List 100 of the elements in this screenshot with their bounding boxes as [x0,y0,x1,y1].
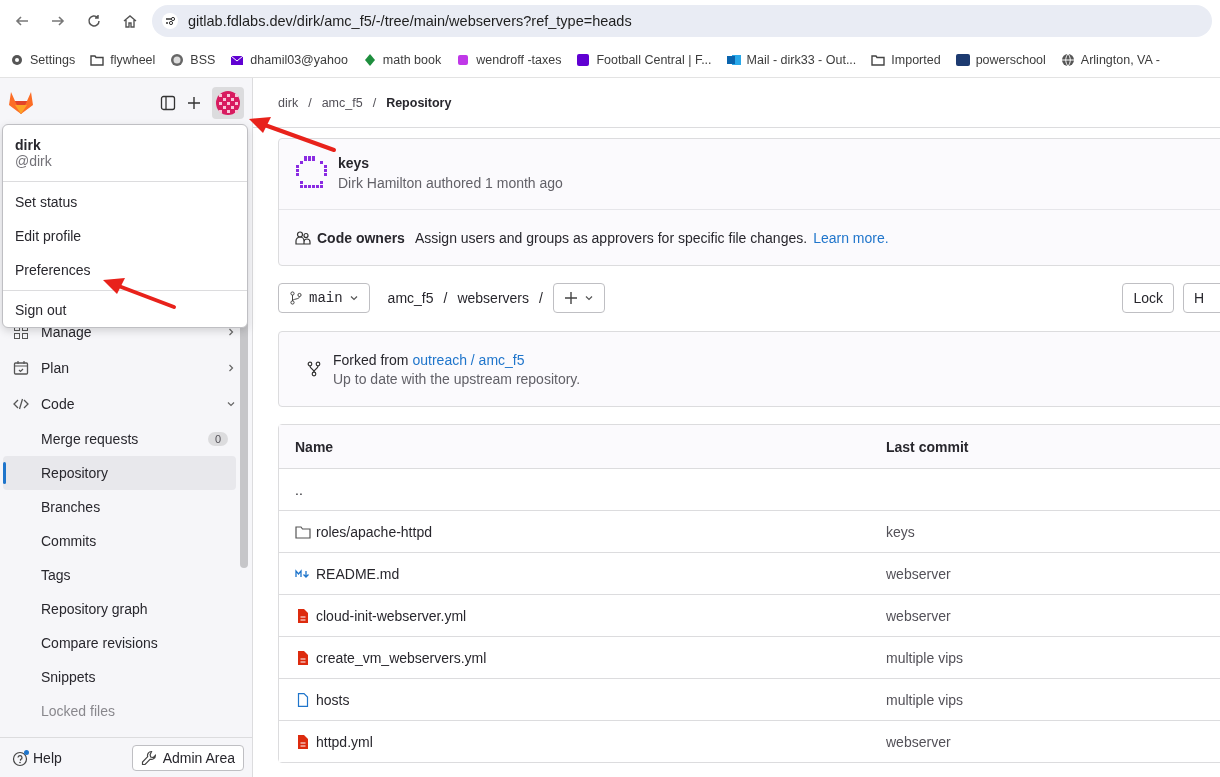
commit-message-link[interactable]: multiple vips [886,691,964,708]
file-icon [295,692,311,707]
commit-meta: Dirk Hamilton authored 1 month ago [338,175,563,191]
add-dropdown[interactable] [552,283,605,313]
admin-area-button[interactable]: Admin Area [131,744,244,771]
fox-logo[interactable] [8,91,34,115]
bookmark[interactable]: Football Central | F... [576,52,712,67]
commit-message-link[interactable]: multiple vips [886,649,964,666]
fork-status-text: Up to date with the upstream repository. [333,370,581,387]
breadcrumb-separator: / [308,95,312,110]
file-icon [295,650,311,665]
file-name-link[interactable]: README.md [316,565,400,582]
address-bar[interactable]: gitlab.fdlabs.dev/dirk/amc_f5/-/tree/main/webservers?ref_type=heads [152,5,1212,37]
plus-icon[interactable] [186,95,202,111]
file-icon [295,608,311,623]
user-name: dirk [15,137,42,153]
count-badge: 0 [207,432,228,446]
toolbar-button[interactable]: Lock [1122,283,1174,313]
code-owners-text: Assign users and groups as approvers for specific file changes. [414,229,808,246]
diamond-icon [362,52,377,67]
column-header: Name [295,438,335,455]
user-handle: @dirk [15,153,53,169]
bookmark[interactable]: dhamil03@yahoo [230,52,348,67]
column-header: Last commit [886,438,969,455]
folder-icon [90,52,105,67]
site-settings-icon[interactable] [162,13,178,29]
commit-message-link[interactable]: webserver [886,565,951,582]
breadcrumb-link[interactable]: amc_f5 [321,95,363,110]
calendar-icon [13,360,29,376]
breadcrumb-link[interactable]: Repository [386,95,452,110]
nav-section[interactable]: Code [3,386,236,422]
bookmark[interactable]: Arlington, VA - [1060,52,1160,67]
folder-icon [871,52,886,67]
file-name-link[interactable]: cloud-init-webserver.yml [316,607,467,624]
file-name-link[interactable]: roles/apache-httpd [316,523,432,540]
breadcrumb-separator: / [372,95,377,110]
menu-item[interactable]: Edit profile [3,219,247,253]
path-separator: / [539,290,543,306]
file-name-link[interactable]: hosts [316,691,350,708]
branch-dropdown[interactable]: main [278,283,370,313]
bookmark[interactable]: Settings [10,52,76,67]
commit-message-link[interactable]: webserver [886,607,951,624]
nav-item[interactable]: Merge requests 0 [3,422,236,456]
sidebar-toggle-icon[interactable] [160,95,176,111]
menu-item[interactable]: Set status [3,185,247,219]
commit-message-link[interactable]: keys [886,523,915,540]
bookmark[interactable]: BSS [170,52,216,67]
bookmark[interactable]: Imported [871,52,941,67]
nav-item[interactable]: Repository graph [3,592,236,626]
gear-icon [10,52,24,67]
home-icon[interactable] [122,13,138,29]
folder-icon [295,524,311,539]
commit-message-link[interactable]: webserver [886,733,951,750]
bookmark[interactable]: math book [362,52,442,67]
branch-icon [289,291,303,305]
app-icon [456,52,471,67]
reload-icon[interactable] [86,13,102,29]
file-name-link[interactable]: httpd.yml [316,733,373,750]
help-link[interactable]: Help [12,748,62,767]
nav-item[interactable]: Repository [3,456,236,490]
path-segment[interactable]: amc_f5 [387,290,434,306]
nav-item[interactable]: Snippets [3,660,236,694]
plus-icon [563,291,578,305]
file-name-link[interactable]: create_vm_webservers.yml [316,649,487,666]
wrench-icon [140,749,157,766]
users-icon [295,229,311,246]
path-segment[interactable]: webservers [457,290,529,306]
seal-icon [170,52,185,67]
fork-icon [307,361,321,377]
nav-item[interactable]: Compare revisions [3,626,236,660]
fork-source-link[interactable]: outreach / amc_f5 [412,351,525,368]
avatar-icon [216,91,240,115]
bookmark[interactable]: wendroff -taxes [456,52,562,67]
bookmark[interactable]: Mail - dirk33 - Out... [726,52,857,67]
avatar-icon [294,155,328,191]
nav-section[interactable]: Plan [3,350,236,386]
nav-item[interactable]: Tags [3,558,236,592]
chevron-down-icon [583,293,594,303]
globe-icon [1060,52,1075,67]
square-icon [576,52,591,67]
help-icon [12,748,30,767]
bookmark[interactable]: flywheel [90,52,156,67]
nav-item[interactable]: Branches [3,490,236,524]
path-separator: / [443,290,448,306]
school-icon [955,52,970,67]
toolbar-button[interactable]: H [1183,283,1220,313]
bookmark[interactable]: powerschool [955,52,1046,67]
chevron-down-icon [348,293,359,303]
code-owners-label: Code owners [317,229,405,246]
menu-item[interactable]: Preferences [3,253,247,287]
learn-more-link[interactable]: Learn more. [813,229,889,246]
forked-from-text: Forked from [333,351,409,368]
file-icon [295,734,311,749]
commit-title[interactable]: keys [338,155,563,171]
avatar-button[interactable] [212,87,244,119]
parent-directory-link[interactable]: .. [295,481,303,498]
nav-item[interactable]: Commits [3,524,236,558]
breadcrumb-link[interactable]: dirk [278,95,299,110]
menu-item[interactable]: Sign out [3,293,247,327]
code-icon [13,396,29,412]
